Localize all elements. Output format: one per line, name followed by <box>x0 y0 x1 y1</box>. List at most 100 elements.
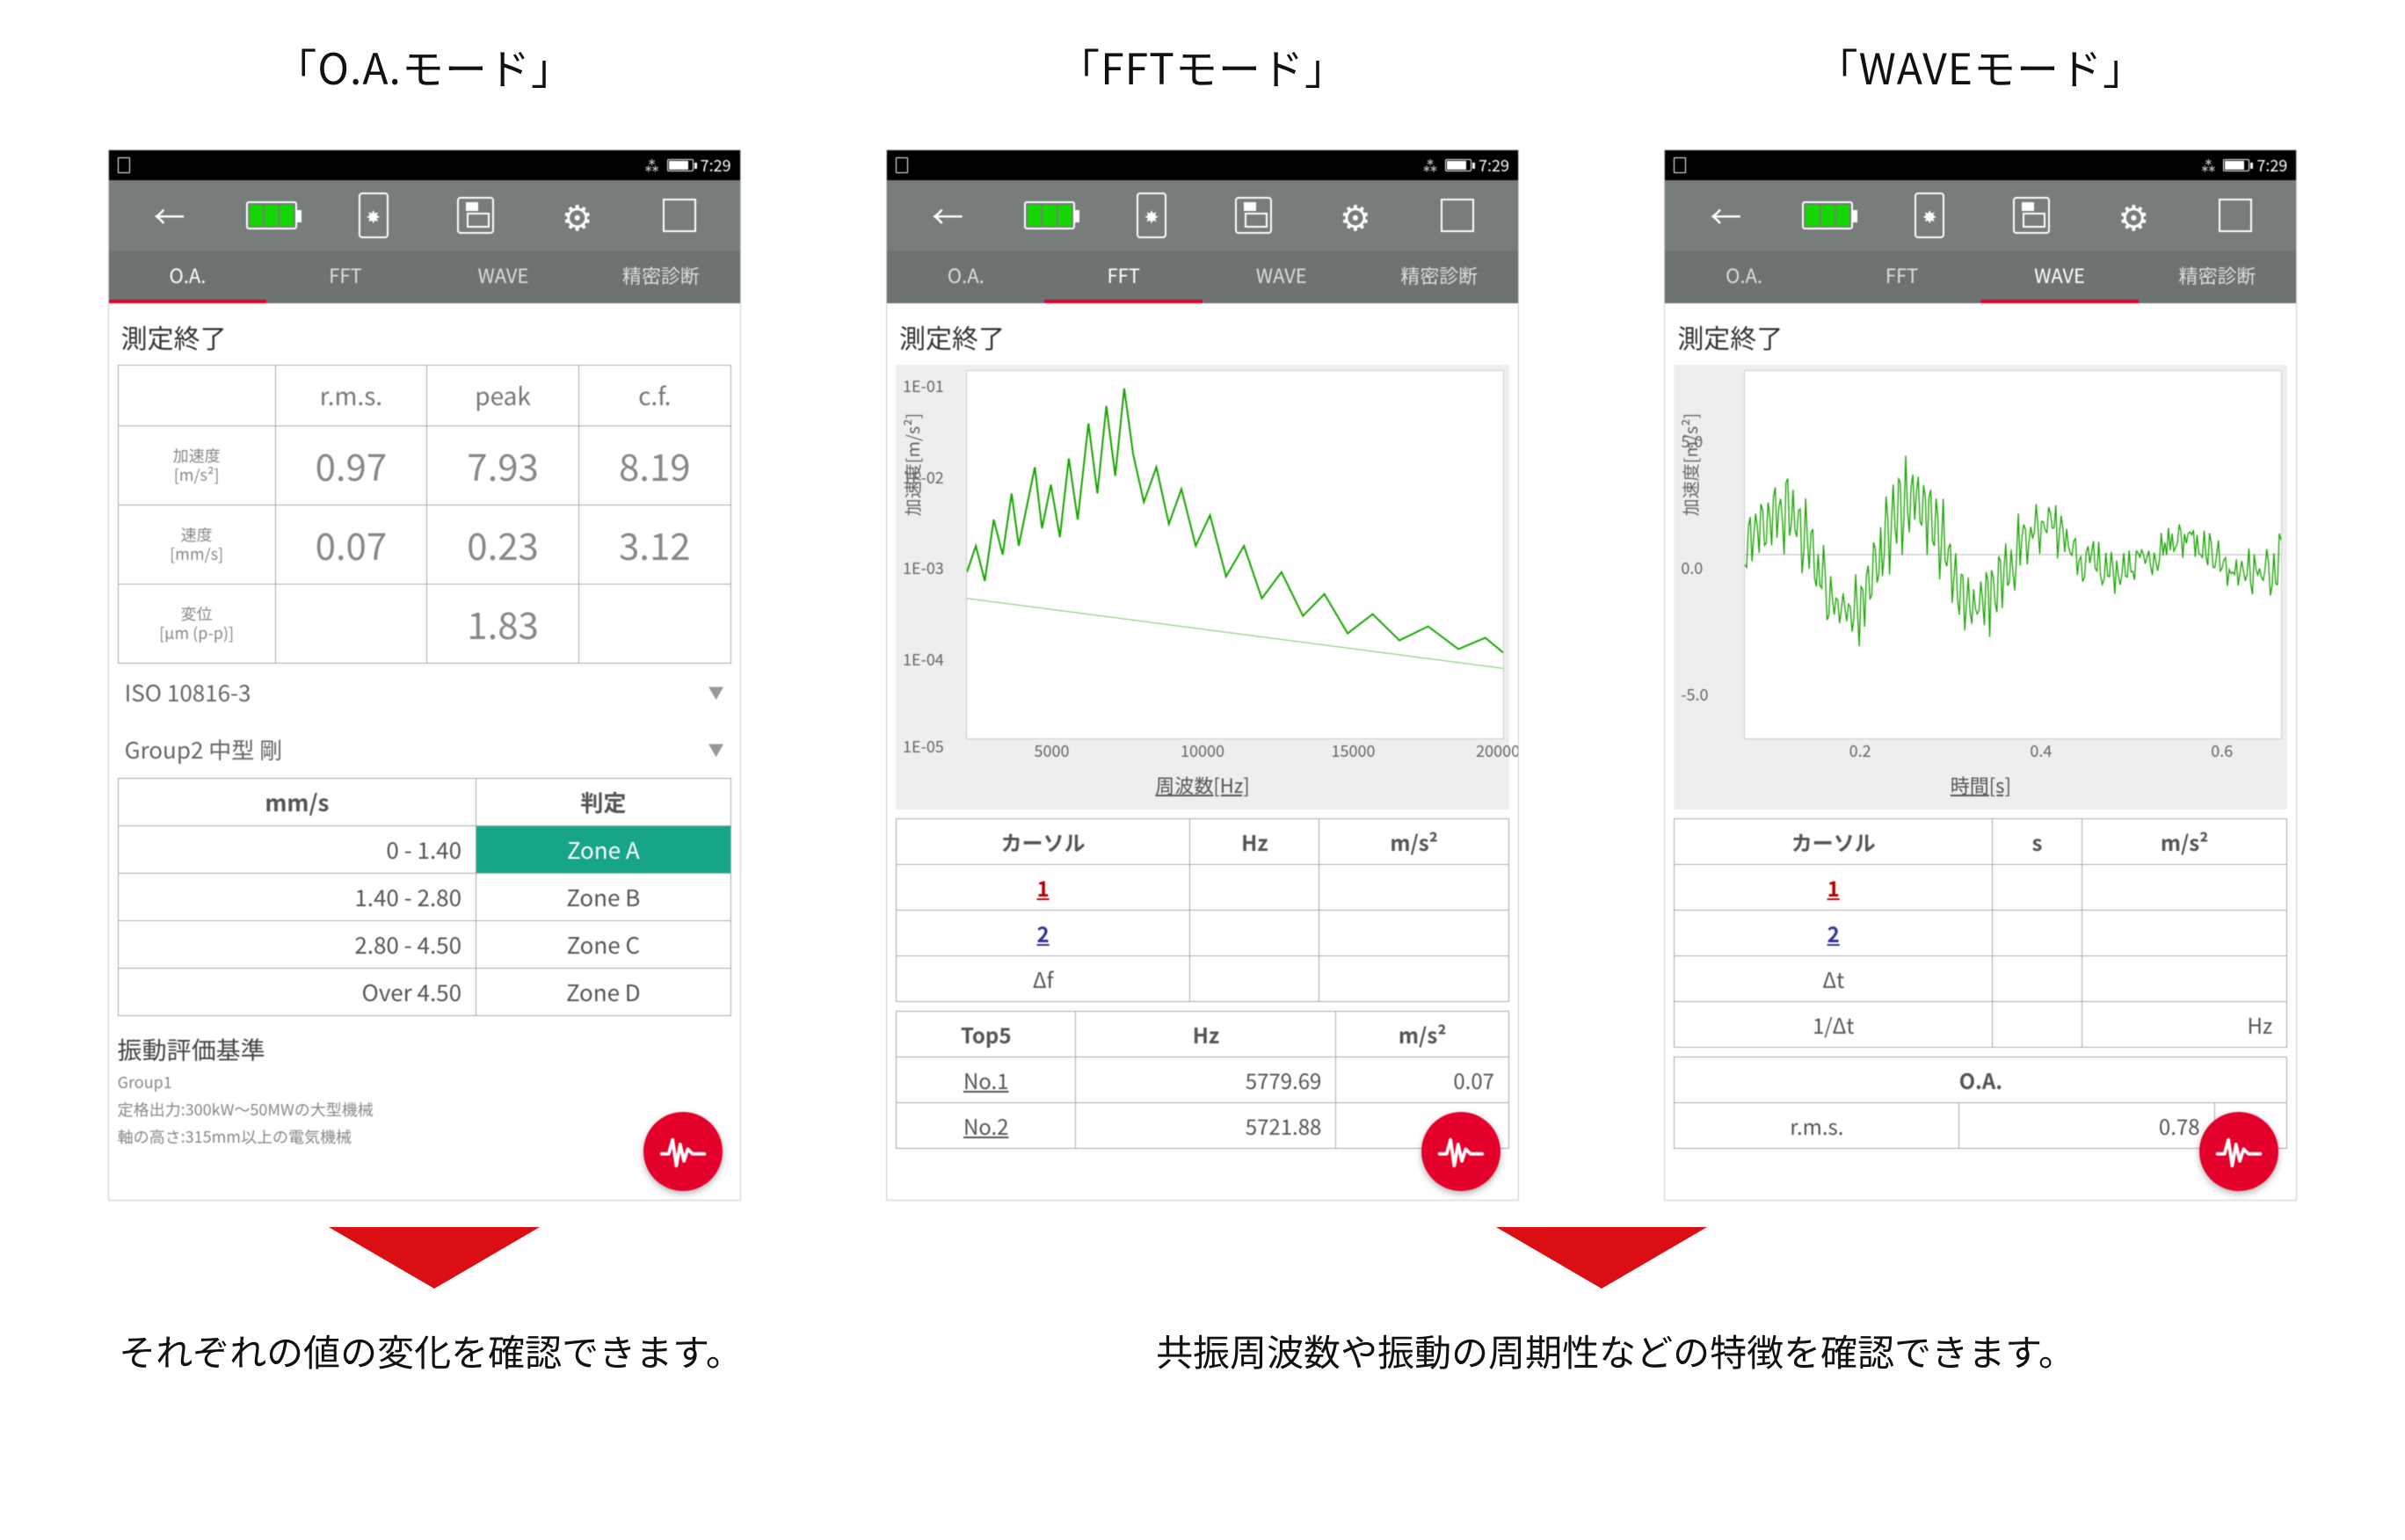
toolbar: ← ⚙ <box>1665 180 2296 251</box>
measure-status: 測定終了 <box>1677 317 2284 356</box>
mode-tabs: O.A. FFT WAVE 精密診断 <box>1665 251 2296 303</box>
zone-table: mm/s判定 0 - 1.40Zone A 1.40 - 2.80Zone B … <box>118 778 731 1016</box>
measure-status: 測定終了 <box>899 317 1506 356</box>
y-tick: 5.0 <box>1681 430 1703 453</box>
back-button[interactable]: ← <box>916 192 979 238</box>
device-battery-icon <box>1018 192 1081 238</box>
tab-wave[interactable]: WAVE <box>1980 251 2139 303</box>
back-button[interactable]: ← <box>138 192 201 238</box>
save-button[interactable] <box>1222 192 1285 238</box>
settings-button[interactable]: ⚙ <box>546 192 609 238</box>
iso-dropdown[interactable]: ISO 10816-3▼ <box>118 664 731 721</box>
waveform-icon <box>1437 1128 1485 1175</box>
x-axis-label: 時間[s] <box>1679 766 2282 808</box>
y-tick: 1E-03 <box>903 556 944 579</box>
phone-wave: ⁂ 7:29 ← ⚙ O.A. FFT WAVE 精密診断 測定終了 <box>1664 149 2297 1201</box>
y-tick: 1E-04 <box>903 648 944 671</box>
stop-button[interactable] <box>2204 192 2267 238</box>
mode-title-oa: 「O.A.モード」 <box>274 35 574 97</box>
y-tick: 1E-05 <box>903 735 944 758</box>
save-button[interactable] <box>444 192 507 238</box>
fft-chart[interactable] <box>966 370 1504 739</box>
tab-precise[interactable]: 精密診断 <box>2139 251 2297 303</box>
clock: 7:29 <box>701 154 731 177</box>
bt-device-icon <box>342 192 405 238</box>
mode-title-wave: 「WAVEモード」 <box>1816 35 2146 97</box>
down-arrow-icon <box>1496 1227 1707 1289</box>
mode-tabs: O.A. FFT WAVE 精密診断 <box>887 251 1518 303</box>
back-button[interactable]: ← <box>1694 192 1757 238</box>
x-tick: 10000 <box>1181 739 1224 762</box>
y-tick: 1E-01 <box>903 374 944 397</box>
save-button[interactable] <box>2000 192 2063 238</box>
waveform-icon <box>2215 1128 2263 1175</box>
fft-chart-area: 加速度[m/s²] 1E-01 1E-02 1E-03 1E-04 1E-05 <box>896 365 1509 810</box>
mode-title-fft: 「FFTモード」 <box>1057 35 1348 97</box>
battery-icon <box>667 159 694 171</box>
statusbar: ⁂ 7:29 <box>1665 150 2296 180</box>
measure-fab[interactable] <box>2199 1112 2278 1191</box>
col-peak: peak <box>427 366 579 426</box>
measurement-table: r.m.s. peak c.f. 加速度[m/s²] 0.97 7.93 8.1… <box>118 365 731 664</box>
stop-button[interactable] <box>648 192 711 238</box>
bluetooth-icon: ⁂ <box>2200 154 2216 177</box>
y-tick: 1E-02 <box>903 466 944 489</box>
phone-fft: ⁂ 7:29 ← ⚙ O.A. FFT WAVE 精密診断 測定終了 <box>886 149 1519 1201</box>
wave-chart-area: 加速度[m/s²] 5.0 0.0 -5.0 0.2 0.4 0.6 時間[s] <box>1674 365 2287 810</box>
clock: 7:29 <box>2256 154 2287 177</box>
tab-oa[interactable]: O.A. <box>887 251 1045 303</box>
toolbar: ← ⚙ <box>887 180 1518 251</box>
x-tick: 0.4 <box>2030 739 2052 762</box>
caption-left: それぞれの値の変化を確認できます。 <box>53 1324 809 1377</box>
tab-wave[interactable]: WAVE <box>425 251 583 303</box>
doc-icon <box>896 157 908 173</box>
measure-fab[interactable] <box>1421 1112 1500 1191</box>
tab-wave[interactable]: WAVE <box>1202 251 1361 303</box>
x-axis-label: 周波数[Hz] <box>901 766 1504 808</box>
tab-precise[interactable]: 精密診断 <box>582 251 740 303</box>
stop-button[interactable] <box>1426 192 1489 238</box>
tab-fft[interactable]: FFT <box>266 251 425 303</box>
device-battery-icon <box>240 192 303 238</box>
x-tick: 0.2 <box>1849 739 1871 762</box>
col-rms: r.m.s. <box>275 366 427 426</box>
wave-chart[interactable] <box>1744 370 2282 739</box>
cursor-table: カーソル Hz m/s² 1 2 Δf <box>896 818 1509 1002</box>
y-tick: 0.0 <box>1681 556 1703 579</box>
measure-fab[interactable] <box>643 1112 723 1191</box>
battery-icon <box>1445 159 1471 171</box>
settings-button[interactable]: ⚙ <box>1324 192 1387 238</box>
device-battery-icon <box>1796 192 1859 238</box>
tab-fft[interactable]: FFT <box>1044 251 1202 303</box>
bluetooth-icon: ⁂ <box>644 154 660 177</box>
phone-oa: ⁂ 7:29 ← ⚙ O.A. FFT WAVE 精密診断 測定終了 <box>108 149 741 1201</box>
eval-line: Group1 <box>118 1071 731 1094</box>
y-axis-label: 加速度[m/s²] <box>1677 413 1703 516</box>
eval-line: 軸の高さ:315mm以上の電気機械 <box>118 1125 731 1149</box>
mode-tabs: O.A. FFT WAVE 精密診断 <box>109 251 740 303</box>
x-tick: 0.6 <box>2211 739 2233 762</box>
chevron-down-icon: ▼ <box>708 738 724 761</box>
tab-oa[interactable]: O.A. <box>109 251 267 303</box>
doc-icon <box>1674 157 1686 173</box>
x-tick: 20000 <box>1476 739 1519 762</box>
tab-precise[interactable]: 精密診断 <box>1360 251 1518 303</box>
oa-summary-table: O.A. r.m.s. 0.78 <box>1674 1057 2287 1149</box>
tab-oa[interactable]: O.A. <box>1665 251 1823 303</box>
top5-table: Top5 Hz m/s² No.1 5779.69 0.07 No.2 5721… <box>896 1011 1509 1149</box>
measure-status: 測定終了 <box>121 317 728 356</box>
cursor-table: カーソル s m/s² 1 2 Δt 1/ΔtHz <box>1674 818 2287 1048</box>
doc-icon <box>118 157 130 173</box>
bt-device-icon <box>1120 192 1183 238</box>
x-tick: 15000 <box>1332 739 1376 762</box>
tab-fft[interactable]: FFT <box>1823 251 1981 303</box>
caption-right: 共振周波数や振動の周期性などの特徴を確認できます。 <box>879 1324 2352 1377</box>
clock: 7:29 <box>1479 154 1509 177</box>
eval-title: 振動評価基準 <box>118 1032 731 1067</box>
down-arrow-icon <box>329 1227 540 1289</box>
battery-icon <box>2223 159 2249 171</box>
group-dropdown[interactable]: Group2 中型 剛▼ <box>118 721 731 778</box>
statusbar: ⁂ 7:29 <box>109 150 740 180</box>
waveform-icon <box>659 1128 707 1175</box>
settings-button[interactable]: ⚙ <box>2102 192 2165 238</box>
